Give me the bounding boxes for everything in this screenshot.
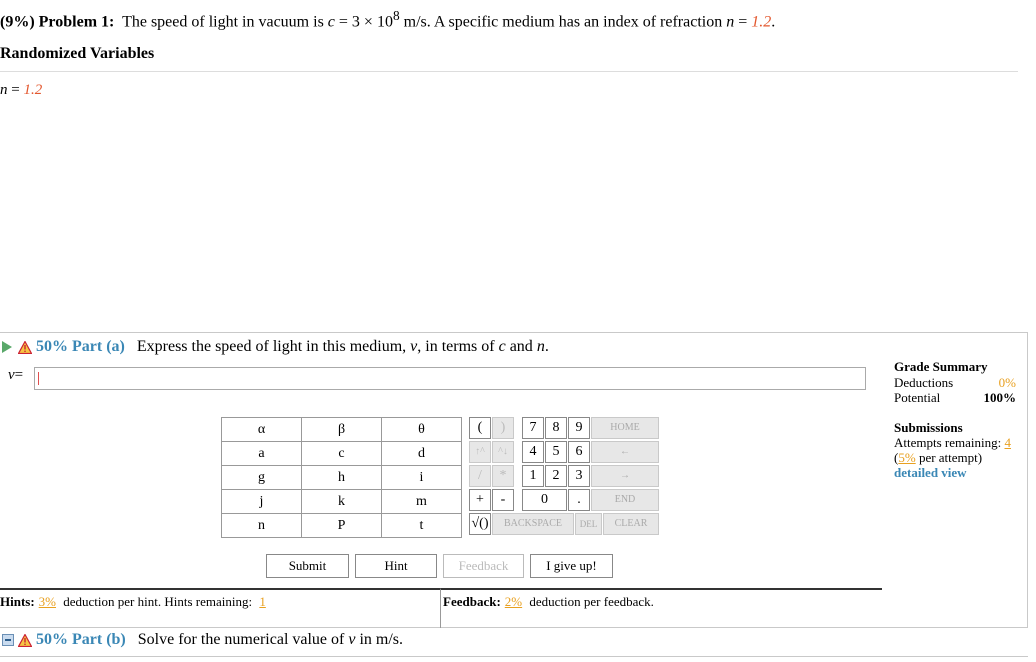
deductions-value: 0% xyxy=(998,375,1016,390)
symbol-keyboard: αβθ acd ghi jkm nPt xyxy=(221,417,462,538)
key-dot[interactable]: . xyxy=(568,489,590,511)
key-6[interactable]: 6 xyxy=(568,441,590,463)
hint-deduction: 3% xyxy=(38,594,57,609)
key-open-paren[interactable]: ( xyxy=(469,417,491,439)
key-a[interactable]: a xyxy=(221,441,302,466)
key-t[interactable]: t xyxy=(381,513,462,538)
feedback-button[interactable]: Feedback xyxy=(443,554,524,578)
divider xyxy=(0,656,1028,657)
key-home[interactable]: HOME xyxy=(591,417,659,439)
key-P[interactable]: P xyxy=(301,513,382,538)
part-b-label: Part (b) xyxy=(72,631,126,648)
key-beta[interactable]: β xyxy=(301,417,382,442)
key-m[interactable]: m xyxy=(381,489,462,514)
detailed-view-link[interactable]: detailed view xyxy=(894,465,1016,480)
key-clear[interactable]: CLEAR xyxy=(603,513,659,535)
warning-icon xyxy=(18,633,32,647)
key-d[interactable]: d xyxy=(381,441,462,466)
key-8[interactable]: 8 xyxy=(545,417,567,439)
problem-weight: (9%) xyxy=(0,13,35,31)
key-multiply[interactable]: * xyxy=(492,465,514,487)
key-end[interactable]: END xyxy=(591,489,659,511)
key-i[interactable]: i xyxy=(381,465,462,490)
part-b-header[interactable]: 50% Part (b) Solve for the numerical val… xyxy=(2,631,403,649)
key-theta[interactable]: θ xyxy=(381,417,462,442)
hint-button[interactable]: Hint xyxy=(355,554,437,578)
key-close-paren[interactable]: ) xyxy=(492,417,514,439)
feedback-info: Feedback: 2% deduction per feedback. xyxy=(440,588,882,628)
key-sqrt[interactable]: √() xyxy=(469,513,491,535)
grade-summary: Grade Summary Deductions 0% Potential 100%… xyxy=(894,359,1016,480)
answer-label: v = xyxy=(8,367,24,383)
give-up-button[interactable]: I give up! xyxy=(530,554,613,578)
problem-title: Problem 1: xyxy=(38,13,115,31)
part-a-header[interactable]: 50% Part (a) Express the speed of light … xyxy=(2,338,549,356)
numeric-keypad: ( ) 7 8 9 HOME ↑^ ^↓ 4 5 6 ← / * 1 2 3 →… xyxy=(462,417,659,537)
text-cursor xyxy=(38,372,39,385)
key-plus[interactable]: + xyxy=(469,489,491,511)
collapse-icon[interactable] xyxy=(2,634,14,646)
key-backspace[interactable]: BACKSPACE xyxy=(492,513,574,535)
key-g[interactable]: g xyxy=(221,465,302,490)
key-2[interactable]: 2 xyxy=(545,465,567,487)
key-j[interactable]: j xyxy=(221,489,302,514)
key-up-arrow[interactable]: ↑^ xyxy=(469,441,491,463)
randomized-variable-n: n = 1.2 xyxy=(0,82,43,98)
part-a-weight: 50% xyxy=(36,338,68,355)
part-b-question: Solve for the numerical value of v in m/… xyxy=(137,631,404,648)
randomized-variables-title: Randomized Variables xyxy=(0,45,155,62)
answer-input[interactable] xyxy=(34,367,866,390)
key-4[interactable]: 4 xyxy=(522,441,544,463)
grade-summary-title: Grade Summary xyxy=(894,359,988,374)
play-icon[interactable] xyxy=(2,341,12,353)
key-left-arrow[interactable]: ← xyxy=(591,441,659,463)
key-h[interactable]: h xyxy=(301,465,382,490)
part-a-label: Part (a) xyxy=(72,338,125,355)
key-right-arrow[interactable]: → xyxy=(591,465,659,487)
key-down-arrow[interactable]: ^↓ xyxy=(492,441,514,463)
key-del[interactable]: DEL xyxy=(575,513,602,535)
key-1[interactable]: 1 xyxy=(522,465,544,487)
part-a-question: Express the speed of light in this mediu… xyxy=(136,338,549,355)
part-b-weight: 50% xyxy=(36,631,68,648)
potential-value: 100% xyxy=(983,390,1017,405)
key-7[interactable]: 7 xyxy=(522,417,544,439)
hints-remaining: 1 xyxy=(259,594,266,609)
submit-button[interactable]: Submit xyxy=(266,554,349,578)
key-alpha[interactable]: α xyxy=(221,417,302,442)
key-5[interactable]: 5 xyxy=(545,441,567,463)
key-c[interactable]: c xyxy=(301,441,382,466)
problem-statement: (9%) Problem 1: The speed of light in va… xyxy=(0,8,776,31)
random-n-value: 1.2 xyxy=(751,13,772,31)
hints-info: Hints: 3% deduction per hint. Hints remai… xyxy=(0,588,440,628)
key-3[interactable]: 3 xyxy=(568,465,590,487)
warning-icon xyxy=(18,340,32,354)
feedback-deduction: 2% xyxy=(504,594,523,609)
key-k[interactable]: k xyxy=(301,489,382,514)
key-n[interactable]: n xyxy=(221,513,302,538)
key-divide[interactable]: / xyxy=(469,465,491,487)
key-minus[interactable]: - xyxy=(492,489,514,511)
key-9[interactable]: 9 xyxy=(568,417,590,439)
submissions-title: Submissions xyxy=(894,420,963,435)
key-0[interactable]: 0 xyxy=(522,489,567,511)
divider xyxy=(0,71,1018,72)
attempts-remaining: 4 xyxy=(1004,435,1011,450)
